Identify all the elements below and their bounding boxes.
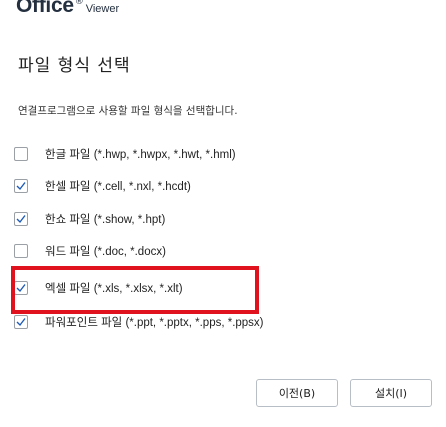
back-button[interactable]: 이전(B) <box>256 379 338 407</box>
option-row-show[interactable]: 한쇼 파일 (*.show, *.hpt) <box>14 203 434 235</box>
show-checkbox[interactable] <box>14 212 28 226</box>
cell-option-label: 한셀 파일 (*.cell, *.nxl, *.hcdt) <box>45 181 191 193</box>
doc-option-label: 워드 파일 (*.doc, *.docx) <box>45 246 166 258</box>
brand-subtitle: Viewer <box>85 3 120 15</box>
page-description: 연결프로그램으로 사용할 파일 형식을 선택합니다. <box>18 105 238 117</box>
ppt-checkbox[interactable] <box>14 315 28 329</box>
option-row-doc[interactable]: 워드 파일 (*.doc, *.docx) <box>14 235 434 267</box>
show-option-label: 한쇼 파일 (*.show, *.hpt) <box>45 214 166 226</box>
check-icon <box>16 215 26 224</box>
check-icon <box>16 182 26 191</box>
office-viewer-logo: Office ® Viewer <box>16 0 119 20</box>
brand-title: Office <box>16 0 74 17</box>
doc-checkbox[interactable] <box>14 244 28 258</box>
highlight-annotation-box <box>11 266 259 314</box>
cell-checkbox[interactable] <box>14 179 28 193</box>
hwp-checkbox[interactable] <box>14 147 28 161</box>
option-row-cell[interactable]: 한셀 파일 (*.cell, *.nxl, *.hcdt) <box>14 170 434 202</box>
hwp-option-label: 한글 파일 (*.hwp, *.hwpx, *.hwt, *.hml) <box>45 149 236 161</box>
ppt-option-label: 파워포인트 파일 (*.ppt, *.pptx, *.pps, *.ppsx) <box>45 317 264 329</box>
dialog-buttons: 이전(B) 설치(I) <box>256 379 432 407</box>
page-title: 파일 형식 선택 <box>18 56 131 76</box>
option-row-hwp[interactable]: 한글 파일 (*.hwp, *.hwpx, *.hwt, *.hml) <box>14 138 434 170</box>
check-icon <box>16 318 26 327</box>
install-button[interactable]: 설치(I) <box>350 379 432 407</box>
brand-registered-mark: ® <box>74 0 84 7</box>
installer-dialog: Office ® Viewer 파일 형식 선택 연결프로그램으로 사용할 파일… <box>0 0 446 427</box>
